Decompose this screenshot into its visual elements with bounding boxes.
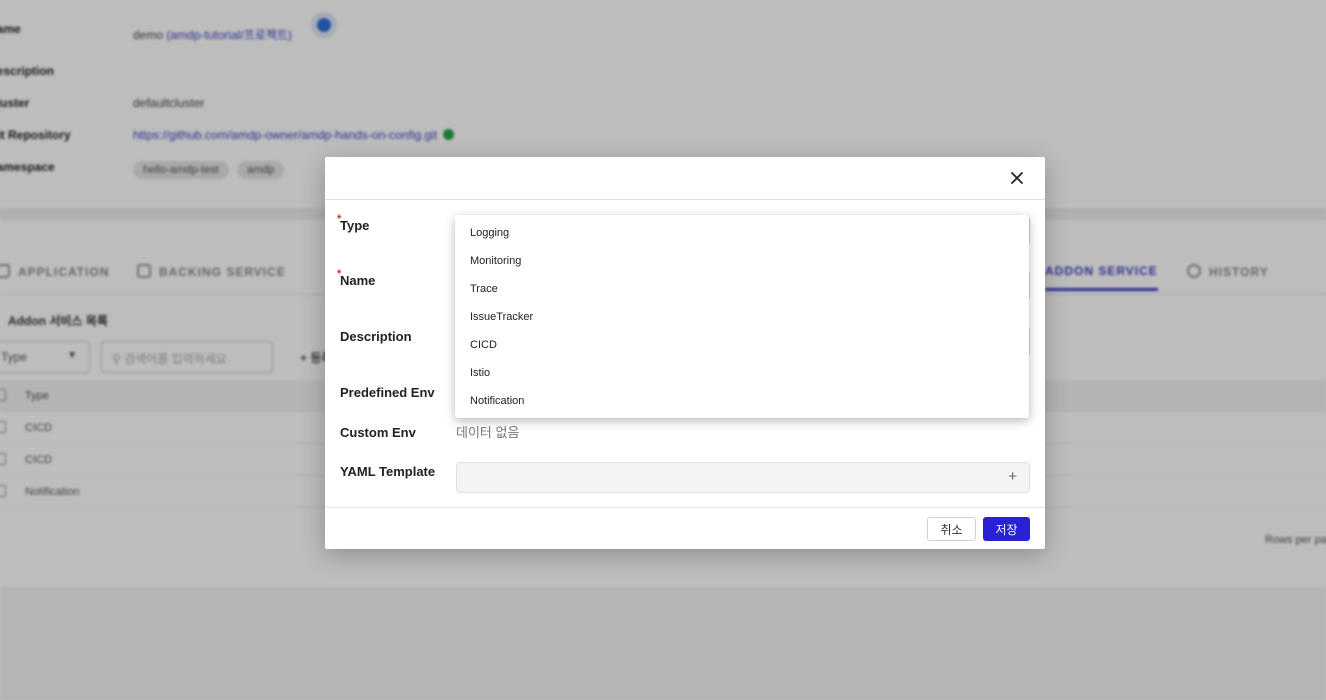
add-icon[interactable]: +: [1008, 468, 1017, 486]
type-option-notification[interactable]: Notification: [455, 387, 1029, 415]
type-option-istio[interactable]: Istio: [455, 359, 1029, 387]
type-option-logging[interactable]: Logging: [455, 219, 1029, 247]
predefined-env-label: Predefined Env: [340, 385, 435, 400]
name-label: * Name: [337, 268, 376, 288]
description-label: Description: [340, 329, 412, 344]
save-button[interactable]: 저장: [983, 517, 1030, 541]
dialog-footer: 취소 저장: [325, 507, 1045, 549]
custom-env-label: Custom Env: [340, 425, 416, 440]
type-label: * Type: [337, 213, 370, 233]
custom-env-empty-text: 데이터 없음: [456, 425, 520, 440]
type-dropdown-menu: Logging Monitoring Trace IssueTracker CI…: [455, 215, 1029, 418]
type-option-cicd[interactable]: CICD: [455, 331, 1029, 359]
cancel-button[interactable]: 취소: [927, 517, 976, 541]
dialog-header: [325, 157, 1045, 200]
type-option-monitoring[interactable]: Monitoring: [455, 247, 1029, 275]
yaml-template-field: +: [456, 462, 1030, 493]
yaml-template-label: YAML Template: [340, 464, 436, 479]
required-mark: *: [337, 268, 342, 280]
name-label-text: Name: [340, 273, 376, 288]
type-option-issuetracker[interactable]: IssueTracker: [455, 303, 1029, 331]
required-mark: *: [337, 213, 342, 225]
type-option-trace[interactable]: Trace: [455, 275, 1029, 303]
type-label-text: Type: [340, 218, 370, 233]
close-icon[interactable]: [1006, 167, 1028, 189]
